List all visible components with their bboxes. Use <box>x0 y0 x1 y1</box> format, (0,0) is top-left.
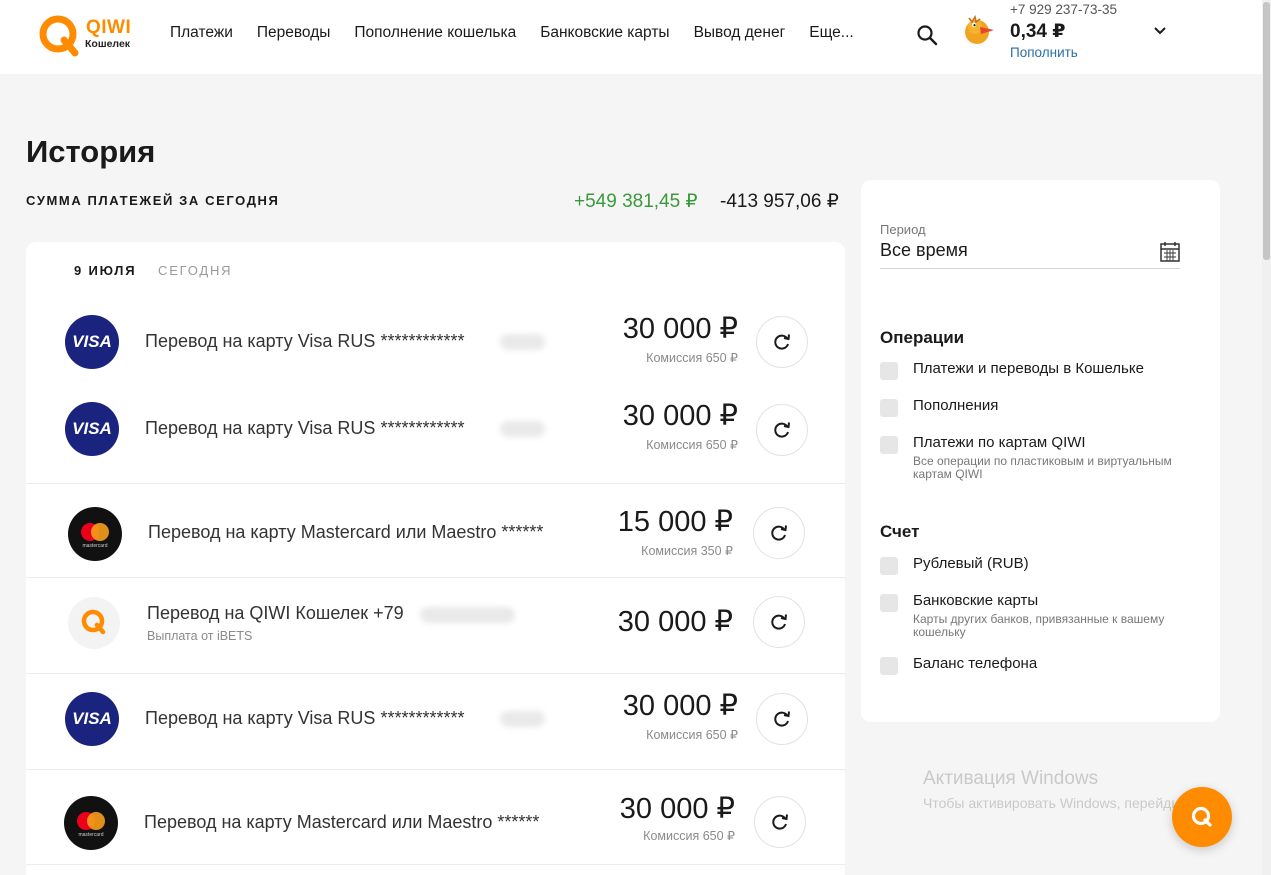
transaction-fee: Комиссия 650 ₽ <box>646 438 738 452</box>
qiwi-wallet-icon <box>68 597 120 649</box>
repeat-icon <box>774 334 790 350</box>
row-divider <box>26 864 845 865</box>
checkbox-phone-balance[interactable] <box>880 657 898 675</box>
row-divider <box>26 673 845 674</box>
checkbox-hint: Все операции по пластиковым и виртуальны… <box>913 454 1172 481</box>
transaction-name: Перевод на карту Mastercard или Maestro … <box>148 522 544 542</box>
transaction-amount: 30 000 ₽ <box>619 793 735 825</box>
transaction-name: Перевод на карту Mastercard или Maestro … <box>144 812 540 832</box>
transaction-name: Перевод на карту Visa RUS ************ <box>145 331 465 351</box>
windows-activation-title: Активация Windows <box>923 768 1099 789</box>
transaction-amount: 30 000 ₽ <box>622 690 738 722</box>
transaction-fee: Комиссия 650 ₽ <box>646 351 738 365</box>
period-label: Период <box>880 222 926 237</box>
nav-wallet-topup[interactable]: Пополнение кошелька <box>354 24 516 42</box>
windows-activation-text: Чтобы активировать Windows, перейдите к … <box>923 795 1183 811</box>
checkbox-rub-account[interactable] <box>880 557 898 575</box>
mastercard-icon: mastercard <box>64 796 118 850</box>
svg-text:mastercard: mastercard <box>78 832 103 838</box>
period-select[interactable]: Все время <box>880 240 968 261</box>
checkbox-label[interactable]: Банковские карты <box>913 592 1038 609</box>
logo-text: QIWI <box>86 17 132 38</box>
checkbox-topups[interactable] <box>880 399 898 417</box>
date-sub-label: СЕГОДНЯ <box>158 263 233 278</box>
checkbox-label[interactable]: Баланс телефона <box>913 655 1037 672</box>
nav-payments[interactable]: Платежи <box>170 24 233 42</box>
transaction-fee: Комиссия 650 ₽ <box>646 728 738 742</box>
transaction-amount: 30 000 ₽ <box>617 606 733 638</box>
page-title: История <box>26 134 156 169</box>
support-chat-button[interactable] <box>1172 787 1232 847</box>
repeat-icon <box>771 614 787 630</box>
transaction-name: Перевод на карту Visa RUS ************ <box>145 418 465 438</box>
today-sum-label: СУММА ПЛАТЕЖЕЙ ЗА СЕГОДНЯ <box>26 193 280 208</box>
repeat-payment-button[interactable] <box>756 316 808 368</box>
transaction-name: Перевод на карту Visa RUS ************ <box>145 708 465 728</box>
account-title: Счет <box>880 522 920 541</box>
repeat-icon <box>774 422 790 438</box>
visa-icon: VISA <box>65 402 119 456</box>
transaction-amount: 30 000 ₽ <box>622 400 738 432</box>
logo-subtitle: Кошелек <box>85 38 131 50</box>
period-underline <box>880 268 1180 269</box>
transaction-fee: Комиссия 650 ₽ <box>643 829 735 843</box>
checkbox-label[interactable]: Платежи и переводы в Кошельке <box>913 360 1144 377</box>
row-divider <box>26 577 845 578</box>
repeat-payment-button[interactable] <box>756 693 808 745</box>
checkbox-label[interactable]: Рублевый (RUB) <box>913 555 1029 572</box>
repeat-icon <box>774 711 790 727</box>
main-nav: Платежи Переводы Пополнение кошелька Бан… <box>170 24 878 42</box>
repeat-payment-button[interactable] <box>756 404 808 456</box>
top-header: QIWI Кошелек Платежи Переводы Пополнение… <box>0 0 1262 74</box>
row-divider <box>26 483 845 484</box>
nav-transfers[interactable]: Переводы <box>257 24 331 42</box>
checkbox-hint: Карты других банков, привязанные к вашем… <box>913 612 1165 639</box>
topup-link[interactable]: Пополнить <box>1010 45 1078 60</box>
mastercard-icon: mastercard <box>68 507 122 561</box>
wallet-balance: 0,34 ₽ <box>1010 21 1066 42</box>
transaction-amount: 30 000 ₽ <box>622 313 738 345</box>
svg-text:mastercard: mastercard <box>82 543 107 549</box>
row-divider <box>26 769 845 770</box>
today-expense: -413 957,06 ₽ <box>720 191 839 212</box>
scrollbar-thumb[interactable] <box>1263 2 1270 260</box>
repeat-payment-button[interactable] <box>753 507 805 559</box>
masked-digits <box>500 711 545 727</box>
chevron-down-icon[interactable] <box>1152 24 1168 38</box>
qiwi-logo[interactable]: QIWI Кошелек <box>38 14 138 58</box>
today-income: +549 381,45 ₽ <box>574 191 698 212</box>
avatar[interactable] <box>960 12 998 50</box>
calendar-icon[interactable] <box>1159 241 1181 263</box>
masked-phone <box>420 607 515 623</box>
nav-bank-cards[interactable]: Банковские карты <box>540 24 669 42</box>
transaction-subtitle: Выплата от iBETS <box>147 629 253 643</box>
qiwi-chat-icon <box>1191 806 1212 827</box>
transaction-name: Перевод на QIWI Кошелек +79 <box>147 603 404 623</box>
nav-more[interactable]: Еще... <box>809 24 853 42</box>
checkbox-qiwi-card-payments[interactable] <box>880 436 898 454</box>
nav-withdraw[interactable]: Вывод денег <box>694 24 786 42</box>
masked-digits <box>500 334 545 350</box>
checkbox-bank-cards[interactable] <box>880 594 898 612</box>
visa-icon: VISA <box>65 315 119 369</box>
repeat-payment-button[interactable] <box>753 596 805 648</box>
transaction-fee: Комиссия 350 ₽ <box>641 544 733 558</box>
repeat-icon <box>772 814 788 830</box>
visa-icon: VISA <box>65 692 119 746</box>
transaction-amount: 15 000 ₽ <box>617 506 733 538</box>
checkbox-label[interactable]: Платежи по картам QIWI <box>913 434 1086 451</box>
search-icon[interactable] <box>916 24 938 46</box>
checkbox-label[interactable]: Пополнения <box>913 397 998 414</box>
repeat-payment-button[interactable] <box>754 796 806 848</box>
checkbox-wallet-payments[interactable] <box>880 362 898 380</box>
account-phone: +7 929 237-73-35 <box>1010 2 1117 17</box>
qiwi-logo-icon <box>39 15 79 57</box>
operations-title: Операции <box>880 328 965 347</box>
date-label: 9 ИЮЛЯ <box>74 263 137 278</box>
masked-digits <box>500 421 545 437</box>
repeat-icon <box>771 525 787 541</box>
